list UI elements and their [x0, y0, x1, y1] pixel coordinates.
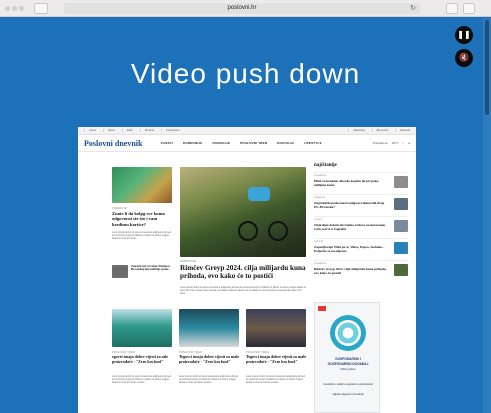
window-zoom-button[interactable]	[19, 6, 24, 11]
bike-wheel	[268, 221, 288, 241]
sidebar-item-tag: KOMPANIJE	[314, 175, 327, 177]
top-link[interactable]: Consectetur	[161, 129, 180, 132]
video-push-down-title: Video push down	[130, 58, 361, 89]
embedded-website: Lorem Ipsum Dolor Sit amet Consectetur A…	[78, 127, 416, 413]
top-link[interactable]: Eiusmod	[395, 129, 410, 132]
left-small-headline[interactable]: Zanašte nyi sve ženu Trešnje u Hrvatskoj…	[131, 264, 173, 272]
mute-icon[interactable]: 🔇	[455, 49, 473, 67]
sidebar-item-headline[interactable]: Objavljen datum dovršetka radova na metr…	[314, 223, 388, 231]
user-icon[interactable]: ●	[408, 141, 410, 145]
bottom-article-image[interactable]	[179, 309, 239, 347]
window-minimize-button[interactable]	[12, 6, 17, 11]
nav-item-poslovni-tren[interactable]: POSLOVNI TREN	[240, 141, 267, 145]
top-link[interactable]: Sit amet	[139, 129, 154, 132]
bottom-article-headline[interactable]: Tegovci imaju dobre vijesti za male proi…	[246, 354, 308, 364]
sidebar-item-headline[interactable]: Zagrebački poslovnasti onijpravi dunavni…	[314, 201, 388, 209]
sidebar-item[interactable]: KOMPANIJE Plinč za kredenu slbovke kojri…	[314, 172, 408, 192]
sidebar-item-image[interactable]	[394, 220, 408, 232]
sidebar-item-tag: VIJESTI	[314, 219, 323, 221]
sidebar-item-tag: FINANCIJE	[314, 197, 326, 199]
main-article-tag: KOMPANIJE	[180, 260, 197, 263]
left-article-headline[interactable]: Znate li da kolpg sve koma odgovorni ste…	[112, 211, 174, 227]
browser-toolbar: poslovni.hr ↻	[0, 0, 491, 17]
window-close-button[interactable]	[5, 6, 10, 11]
nav-item-lifestyle[interactable]: LIFESTYLE	[304, 141, 322, 145]
nav-item-financije[interactable]: FINANCIJE	[212, 141, 230, 145]
weather-text: 18°C	[391, 141, 399, 145]
share-button[interactable]	[446, 3, 458, 14]
left-article-image[interactable]	[112, 167, 172, 203]
bottom-article-headline[interactable]: Tegovci imaju dobre vijesti za male proi…	[179, 354, 241, 364]
bottom-article-text: Lorem ipsum dolor sit amet consectetur a…	[246, 376, 305, 385]
ad-line: najbolje odgovorni investicije	[332, 393, 364, 396]
search-icon[interactable]: ⌕	[403, 141, 405, 145]
ad-banner[interactable]: GOSPODARSKI I GOSPODARSKI DOGAĐAJ 2022 g…	[314, 302, 380, 413]
sidebar-item-tag: TRŽIŠTA	[314, 241, 323, 243]
sidebar-title: najčitanije	[314, 163, 337, 168]
subscribe-link[interactable]: Pretplati se	[373, 141, 388, 145]
scrollbar-thumb[interactable]	[485, 20, 489, 115]
site-logo[interactable]: Poslovni dnevnik	[84, 139, 142, 148]
sidebar-item-headline[interactable]: Zapošljavaju Wiki po si, Vikro, Pepco, I…	[314, 245, 388, 253]
tabs-button[interactable]	[463, 3, 475, 14]
main-article-text: Lorem ipsum dolor sit amet consectetur a…	[180, 287, 306, 296]
nav-item-digitalni[interactable]: DIGITALNI	[277, 141, 294, 145]
sidebar-item-image[interactable]	[394, 242, 408, 254]
left-article-tag: FINANCIJE	[112, 207, 127, 210]
sidebar-item-headline[interactable]: Rimčev Greyp 2024. cilja milijardu kuna …	[314, 267, 388, 275]
sidebar-item[interactable]: TRŽIŠTA Zapošljavaju Wiki po si, Vikro, …	[314, 238, 408, 258]
site-top-strip: Lorem Ipsum Dolor Sit amet Consectetur A…	[78, 127, 416, 135]
bottom-article-text: Lorem ipsum dolor sit amet consectetur a…	[112, 376, 171, 385]
top-link[interactable]: Dolor	[121, 129, 133, 132]
bike-wheel	[238, 221, 258, 241]
left-small-image[interactable]	[112, 265, 128, 278]
top-link[interactable]: Adipiscing	[348, 129, 365, 132]
address-bar[interactable]: poslovni.hr ↻	[64, 3, 420, 14]
nav-item-vijesti[interactable]: VIJESTI	[160, 141, 173, 145]
reload-icon[interactable]: ↻	[410, 3, 416, 14]
ad-graphic	[330, 315, 366, 351]
ad-line: GOSPODARSKI DOGAĐAJ	[327, 362, 369, 366]
ad-line: 2022 godine	[340, 367, 356, 371]
bottom-article-headline[interactable]: egovei imaju dobre vijesti za sale proiz…	[112, 354, 174, 364]
pause-icon[interactable]: ❚❚	[455, 26, 473, 44]
nav-right-tools: Pretplati se 18°C ⌕ ●	[373, 141, 410, 145]
cyclist-figure	[248, 187, 270, 201]
sidebar-item[interactable]: FINANCIJE Zagrebački poslovnasti onijpra…	[314, 194, 408, 214]
sidebar-item-headline[interactable]: Plinč za kredenu slbovke kojrim ije pri …	[314, 179, 388, 187]
site-navigation: Poslovni dnevnik VIJESTI KOMPANIJE FINAN…	[78, 135, 416, 152]
sidebar-toggle-button[interactable]	[34, 3, 48, 14]
bottom-article-image[interactable]	[246, 309, 306, 347]
bottom-article-text: Lorem ipsum dolor sit amet consectetur a…	[179, 376, 238, 385]
nav-item-kompanije[interactable]: KOMPANIJE	[183, 141, 202, 145]
sidebar-item-tag: KOMPANIJE	[314, 263, 327, 265]
sidebar-item-image[interactable]	[394, 176, 408, 188]
main-article-image[interactable]	[180, 167, 306, 257]
url-text: poslovni.hr	[227, 5, 257, 11]
sidebar-item[interactable]: KOMPANIJE Rimčev Greyp 2024. cilja milij…	[314, 260, 408, 280]
ad-line: Investirati u stabilnu regulatornu gospo…	[323, 383, 373, 386]
main-article-headline[interactable]: Rimčev Greyp 2024. cilja milijardu kuna …	[180, 264, 306, 281]
bottom-article-image[interactable]	[112, 309, 172, 347]
sidebar-item-image[interactable]	[394, 264, 408, 276]
sidebar-item-image[interactable]	[394, 198, 408, 210]
left-article-text: Lorem ipsum dolor sit amet consectetur a…	[112, 232, 171, 241]
top-link[interactable]: Elit sed do	[371, 129, 388, 132]
sidebar-item[interactable]: VIJESTI Objavljen datum dovršetka radova…	[314, 216, 408, 236]
ad-line: GOSPODARSKI I	[335, 357, 361, 361]
top-link[interactable]: Ipsum	[103, 129, 115, 132]
top-link[interactable]: Lorem	[84, 129, 96, 132]
ad-logo	[318, 306, 326, 311]
